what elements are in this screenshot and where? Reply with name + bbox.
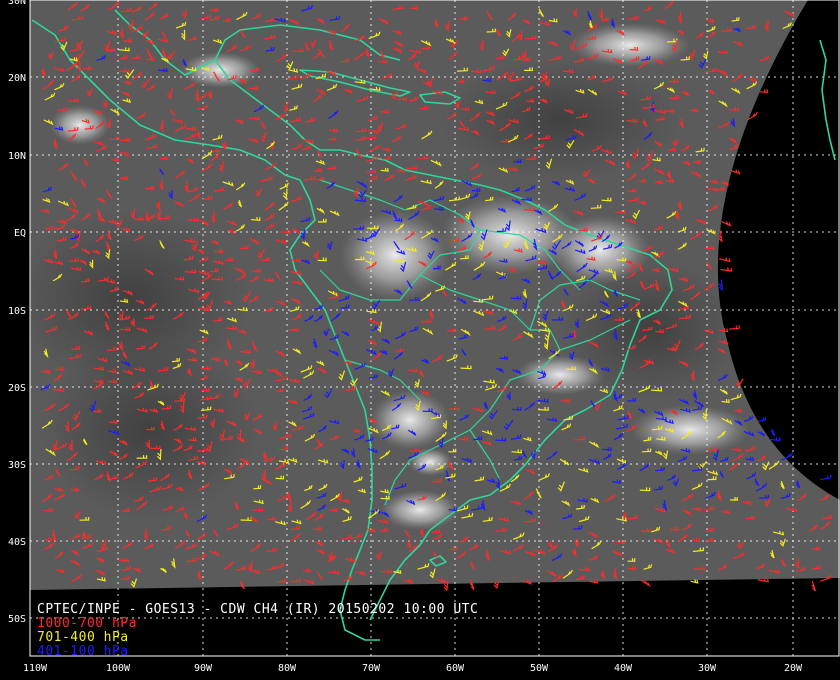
wind-barb <box>719 257 731 263</box>
longitude-label: 60W <box>446 663 465 674</box>
latitude-labels: 30N 20N 10N EQ 10S 20S 30S 40S 50S <box>8 0 26 625</box>
wind-barb <box>770 428 776 437</box>
wind-barb <box>757 416 767 423</box>
latitude-label: 20S <box>8 383 26 394</box>
latitude-label: 50S <box>8 614 26 625</box>
latitude-label: 20N <box>8 73 26 84</box>
map-title: CPTEC/INPE - GOES13 - CDW CH4 (IR) 20150… <box>37 602 479 617</box>
wind-barb <box>811 580 816 592</box>
longitude-label: 30W <box>698 663 717 674</box>
latitude-label: 30N <box>8 0 26 7</box>
wind-barb <box>720 267 733 272</box>
latitude-label: 40S <box>8 537 26 548</box>
wind-barb <box>759 89 768 94</box>
longitude-label: 70W <box>362 663 381 674</box>
legend-low-level: 1000-700 hPa <box>37 616 137 631</box>
latitude-label: 10S <box>8 306 26 317</box>
latitude-label: 30S <box>8 460 26 471</box>
wind-barb <box>768 437 781 442</box>
legend-mid-level: 701-400 hPa <box>37 630 129 645</box>
wind-barb <box>640 579 651 588</box>
longitude-label: 90W <box>194 663 213 674</box>
wind-barb <box>819 474 832 481</box>
latitude-label: 10N <box>8 151 26 162</box>
longitude-label: 100W <box>106 663 131 674</box>
longitude-label: 50W <box>530 663 549 674</box>
longitude-label: 40W <box>614 663 633 674</box>
longitude-label: 20W <box>784 663 803 674</box>
satellite-wind-map: 30N 20N 10N EQ 10S 20S 30S 40S 50S 110W 100W 90W 80… <box>8 0 840 674</box>
africa-coast <box>819 39 836 161</box>
wind-barb <box>729 325 740 330</box>
latitude-label: EQ <box>14 228 26 239</box>
wind-barb <box>718 279 724 292</box>
longitude-labels: 110W 100W 90W 80W 70W 60W 50W 40W 30W 20W <box>23 663 803 674</box>
wind-barb <box>721 220 732 227</box>
wind-barb <box>730 169 741 175</box>
longitude-label: 80W <box>278 663 297 674</box>
longitude-label: 110W <box>23 663 48 674</box>
legend-high-level: 401-100 hPa <box>37 644 129 659</box>
